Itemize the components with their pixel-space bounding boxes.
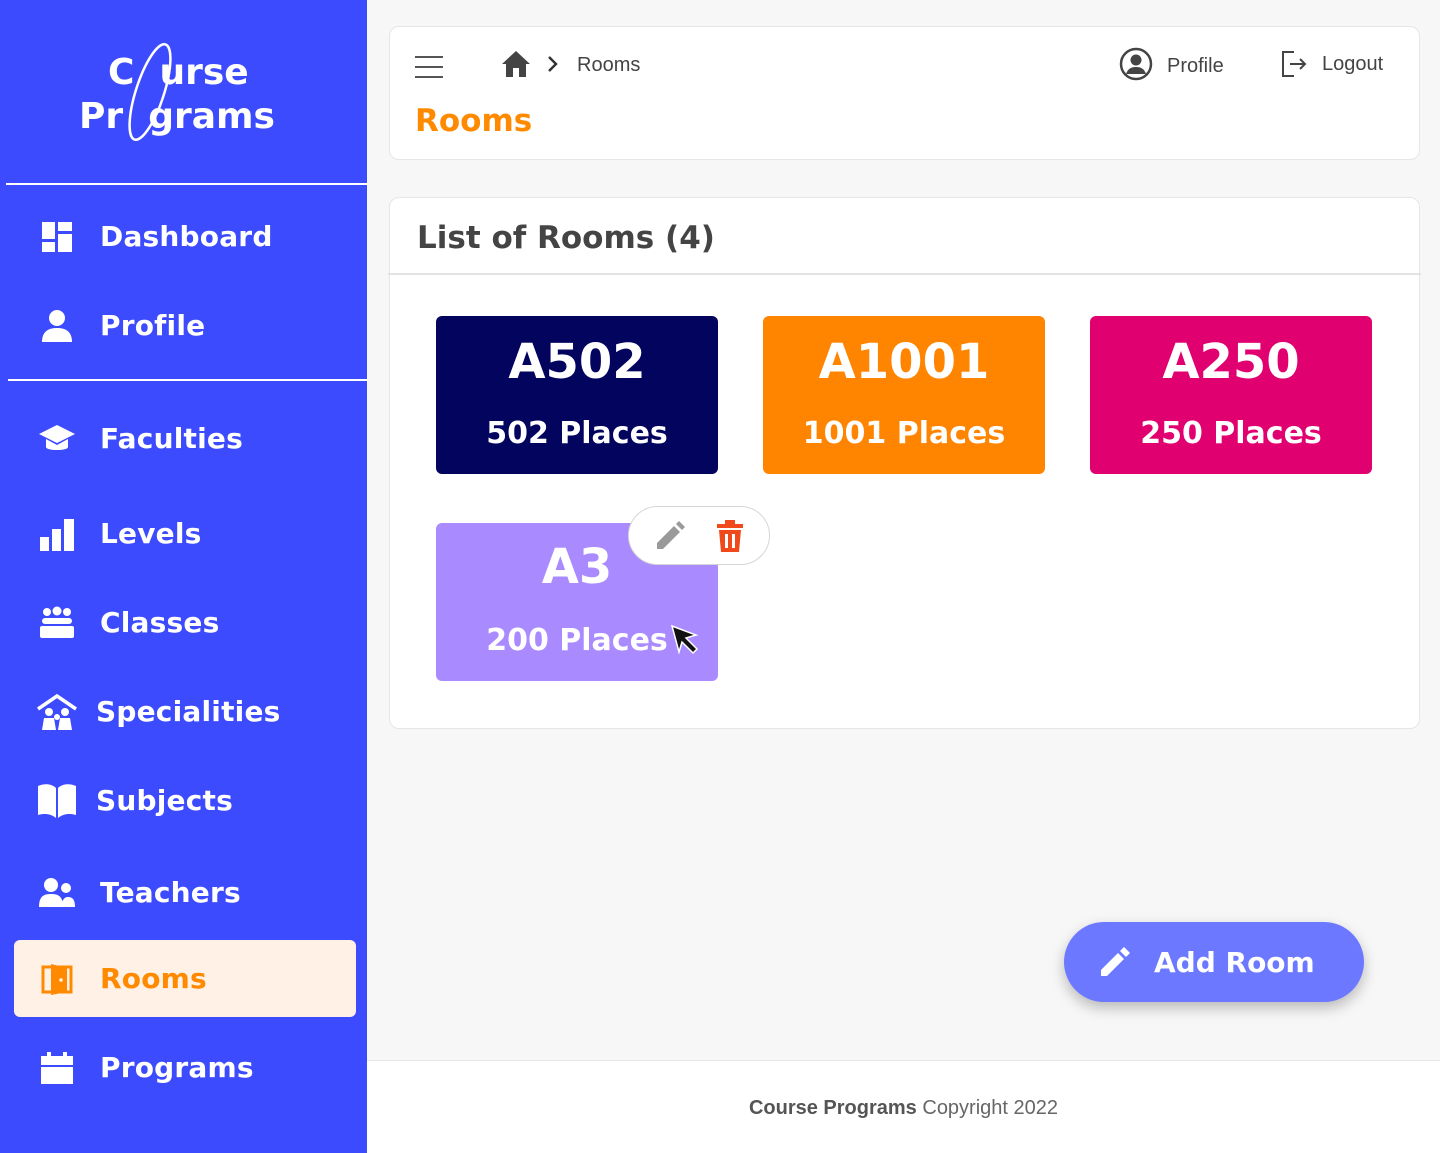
family-house-icon	[36, 691, 78, 733]
sidebar-divider	[6, 183, 367, 185]
group-icon	[36, 602, 78, 644]
sidebar-item-label: Rooms	[100, 962, 207, 995]
mouse-cursor-icon	[669, 623, 701, 660]
add-room-label: Add Room	[1154, 945, 1315, 979]
room-actions-popover	[628, 506, 770, 565]
sidebar-item-classes[interactable]: Classes	[14, 584, 356, 661]
logout-button[interactable]: Logout	[1280, 49, 1383, 79]
calendar-icon	[36, 1047, 78, 1089]
account-circle-icon	[1119, 47, 1153, 81]
logo-swoosh-icon	[128, 43, 172, 141]
room-card[interactable]: A502 502 Places	[436, 316, 718, 474]
room-name: A1001	[818, 334, 990, 390]
dashboard-icon	[36, 216, 78, 258]
room-card[interactable]: A250 250 Places	[1090, 316, 1372, 474]
logout-button-label: Logout	[1322, 52, 1384, 75]
sidebar-divider	[8, 379, 367, 381]
sidebar-item-label: Subjects	[96, 784, 233, 817]
rooms-list-title: List of Rooms (4)	[417, 220, 715, 256]
rooms-panel: List of Rooms (4) A502 502 Places A1001 …	[388, 197, 1421, 729]
profile-button-label: Profile	[1167, 54, 1224, 77]
sidebar-item-label: Levels	[100, 517, 202, 550]
footer: Course Programs Copyright 2022	[367, 1060, 1440, 1153]
edit-icon[interactable]	[653, 519, 687, 558]
add-room-button[interactable]: Add Room	[1064, 922, 1364, 1002]
panel-divider	[388, 273, 1421, 275]
menu-icon[interactable]	[415, 56, 443, 78]
sidebar-item-label: Classes	[100, 606, 220, 639]
profile-button[interactable]: Profile	[1119, 47, 1224, 81]
bar-chart-icon	[36, 513, 78, 555]
graduation-cap-icon	[36, 418, 78, 460]
sidebar-item-label: Profile	[100, 309, 206, 342]
chevron-right-icon	[546, 55, 560, 78]
sidebar-item-programs[interactable]: Programs	[14, 1029, 356, 1106]
sidebar-item-faculties[interactable]: Faculties	[14, 400, 356, 477]
sidebar-item-profile[interactable]: Profile	[14, 287, 356, 364]
page-title: Rooms	[415, 103, 533, 139]
room-places: 1001 Places	[802, 416, 1006, 451]
sidebar-item-label: Programs	[100, 1051, 254, 1084]
users-icon	[36, 872, 78, 914]
room-name: A250	[1162, 334, 1300, 390]
sidebar-item-label: Dashboard	[100, 220, 273, 253]
room-places: 250 Places	[1140, 416, 1322, 451]
logout-icon	[1280, 49, 1308, 79]
door-icon	[36, 958, 78, 1000]
pencil-icon	[1098, 945, 1132, 979]
footer-copyright: Copyright 2022	[916, 1097, 1059, 1119]
sidebar-item-rooms[interactable]: Rooms	[14, 940, 356, 1017]
app-logo[interactable]: C urse Pr grams	[0, 30, 367, 160]
sidebar-item-teachers[interactable]: Teachers	[14, 854, 356, 931]
sidebar-item-label: Faculties	[100, 422, 243, 455]
sidebar-item-dashboard[interactable]: Dashboard	[14, 198, 356, 275]
top-header: Rooms Rooms Profile Logout	[389, 26, 1420, 160]
sidebar-item-label: Teachers	[100, 876, 241, 909]
room-name: A502	[508, 334, 646, 390]
sidebar-item-subjects[interactable]: Subjects	[14, 762, 356, 839]
sidebar-item-specialities[interactable]: Specialities	[14, 673, 356, 750]
sidebar-item-label: Specialities	[96, 695, 281, 728]
sidebar-item-levels[interactable]: Levels	[14, 495, 356, 572]
room-places: 502 Places	[486, 416, 668, 451]
home-icon[interactable]	[500, 49, 532, 84]
book-icon	[36, 780, 78, 822]
delete-icon[interactable]	[715, 519, 745, 558]
footer-brand: Course Programs	[748, 1097, 917, 1119]
user-icon	[36, 305, 78, 347]
sidebar: C urse Pr grams Dashboard Profile Facult…	[0, 0, 367, 1153]
copyright-text: Course Programs Copyright 2022	[367, 1097, 1440, 1120]
room-card[interactable]: A1001 1001 Places	[763, 316, 1045, 474]
breadcrumb-current: Rooms	[577, 54, 641, 76]
